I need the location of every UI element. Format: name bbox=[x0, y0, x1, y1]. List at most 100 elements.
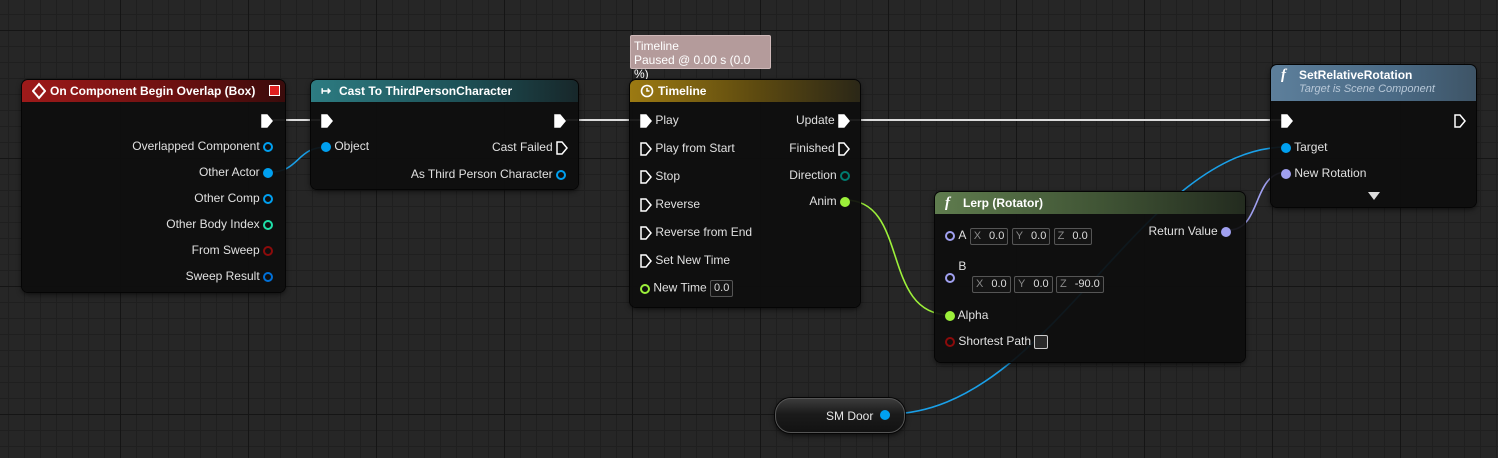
struct-pin-icon bbox=[263, 271, 273, 282]
exec-pin-icon bbox=[640, 198, 652, 212]
lerp-b-x-input[interactable]: X 0.0 bbox=[972, 276, 1011, 293]
lerp-a-x-input[interactable]: X 0.0 bbox=[969, 228, 1009, 245]
exec-pin-icon bbox=[321, 114, 333, 128]
pin-anim[interactable]: Anim bbox=[809, 194, 850, 208]
timeline-node[interactable]: Timeline Play Play from Start Stop Rever… bbox=[630, 80, 860, 307]
exec-pin-icon bbox=[261, 114, 273, 128]
exec-pin-icon bbox=[640, 254, 652, 268]
pin-stop[interactable]: Stop bbox=[640, 169, 680, 184]
cast-arrow-icon: ↦ bbox=[321, 84, 332, 98]
float-pin-icon bbox=[840, 196, 850, 207]
exec-pin-icon bbox=[640, 114, 652, 128]
pin-other-body-index[interactable]: Other Body Index bbox=[166, 217, 273, 231]
event-node-begin-overlap[interactable]: On Component Begin Overlap (Box) Overlap… bbox=[22, 80, 285, 292]
timeline-node-header[interactable]: Timeline bbox=[630, 80, 860, 102]
cast-exec-out-pin[interactable] bbox=[554, 113, 566, 128]
exec-pin-icon bbox=[640, 142, 652, 156]
setrot-node-subtitle: Target is Scene Component bbox=[1299, 83, 1435, 95]
pin-setrot-new-rotation[interactable]: New Rotation bbox=[1281, 166, 1366, 180]
pin-sweep-result[interactable]: Sweep Result bbox=[186, 269, 273, 283]
pin-direction[interactable]: Direction bbox=[789, 168, 850, 182]
cast-node[interactable]: ↦ Cast To ThirdPersonCharacter Object Ca… bbox=[311, 80, 578, 189]
pin-as-third-person-character[interactable]: As Third Person Character bbox=[411, 167, 566, 181]
int-pin-icon bbox=[263, 219, 273, 230]
sm-door-variable-node[interactable]: SM Door bbox=[775, 398, 905, 433]
object-pin-icon bbox=[263, 141, 273, 152]
event-diamond-icon bbox=[32, 82, 46, 100]
rotator-pin-icon bbox=[1281, 168, 1291, 179]
lerp-b-inputs[interactable]: X 0.0 Y 0.0 Z -90.0 bbox=[972, 276, 1104, 293]
float-pin-icon bbox=[640, 283, 650, 294]
lerp-a-z-input[interactable]: Z 0.0 bbox=[1053, 228, 1092, 245]
object-pin-icon bbox=[263, 193, 273, 204]
pin-set-new-time[interactable]: Set New Time bbox=[640, 253, 730, 268]
pin-reverse[interactable]: Reverse bbox=[640, 197, 700, 212]
exec-pin-icon bbox=[556, 141, 568, 155]
pin-lerp-alpha[interactable]: Alpha bbox=[945, 308, 988, 322]
object-pin-icon[interactable] bbox=[880, 410, 890, 420]
timeline-status-tooltip: Timeline Paused @ 0.00 s (0.0 %) bbox=[630, 35, 771, 81]
pin-update[interactable]: Update bbox=[796, 113, 850, 128]
function-f-icon: f bbox=[945, 195, 950, 211]
pin-other-actor[interactable]: Other Actor bbox=[199, 165, 273, 179]
pin-new-time[interactable]: New Time 0.0 bbox=[640, 280, 734, 297]
lerp-b-z-input[interactable]: Z -90.0 bbox=[1055, 276, 1104, 293]
event-node-header[interactable]: On Component Begin Overlap (Box) bbox=[22, 80, 285, 102]
enum-pin-icon bbox=[840, 170, 850, 181]
event-exec-out-pin[interactable] bbox=[261, 113, 273, 128]
pin-overlapped-component[interactable]: Overlapped Component bbox=[132, 139, 273, 153]
float-pin-icon bbox=[945, 310, 955, 321]
bool-pin-icon bbox=[263, 245, 273, 256]
function-f-icon: f bbox=[1281, 67, 1286, 83]
object-pin-icon bbox=[556, 169, 566, 180]
new-time-input[interactable]: 0.0 bbox=[710, 280, 734, 297]
exec-pin-icon bbox=[1454, 114, 1466, 128]
rotator-pin-icon bbox=[945, 273, 955, 283]
rotator-pin-icon bbox=[1221, 226, 1231, 237]
pin-finished[interactable]: Finished bbox=[789, 141, 850, 156]
lerp-rotator-node[interactable]: f Lerp (Rotator) A X 0.0 Y 0.0 Z 0.0 B X 0.0… bbox=[935, 192, 1245, 362]
expand-advanced-arrow-icon[interactable] bbox=[1368, 192, 1380, 200]
timeline-node-title: Timeline bbox=[658, 84, 707, 98]
pin-lerp-b-label[interactable]: B bbox=[945, 259, 966, 283]
pin-setrot-target[interactable]: Target bbox=[1281, 140, 1327, 154]
pin-cast-object[interactable]: Object bbox=[321, 139, 369, 153]
rotator-pin-icon bbox=[945, 230, 955, 241]
pin-play-from-start[interactable]: Play from Start bbox=[640, 141, 735, 156]
setrot-exec-out-pin[interactable] bbox=[1454, 113, 1466, 128]
pin-lerp-return-value[interactable]: Return Value bbox=[1149, 224, 1231, 238]
cast-node-header[interactable]: ↦ Cast To ThirdPersonCharacter bbox=[311, 80, 578, 102]
pin-lerp-shortest-path[interactable]: Shortest Path bbox=[945, 334, 1049, 349]
delegate-pin-icon[interactable] bbox=[269, 85, 280, 96]
exec-pin-icon bbox=[1281, 114, 1293, 128]
cast-node-title: Cast To ThirdPersonCharacter bbox=[339, 84, 513, 98]
lerp-node-header[interactable]: f Lerp (Rotator) bbox=[935, 192, 1245, 214]
exec-pin-icon bbox=[838, 142, 850, 156]
object-pin-icon bbox=[1281, 142, 1291, 153]
shortest-path-checkbox[interactable] bbox=[1034, 334, 1049, 349]
object-pin-icon bbox=[321, 141, 331, 152]
setrot-node-title: SetRelativeRotation bbox=[1299, 68, 1413, 82]
clock-icon bbox=[640, 84, 654, 98]
pin-from-sweep[interactable]: From Sweep bbox=[192, 243, 273, 257]
setrot-node-header[interactable]: f SetRelativeRotation Target is Scene Co… bbox=[1271, 65, 1476, 101]
exec-pin-icon bbox=[838, 114, 850, 128]
pin-reverse-from-end[interactable]: Reverse from End bbox=[640, 225, 752, 240]
lerp-node-title: Lerp (Rotator) bbox=[963, 196, 1043, 210]
pin-lerp-a[interactable]: A X 0.0 Y 0.0 Z 0.0 bbox=[945, 228, 1092, 245]
lerp-a-y-input[interactable]: Y 0.0 bbox=[1011, 228, 1051, 245]
cast-exec-in-pin[interactable] bbox=[321, 113, 333, 128]
event-node-title: On Component Begin Overlap (Box) bbox=[50, 84, 256, 98]
lerp-b-y-input[interactable]: Y 0.0 bbox=[1013, 276, 1053, 293]
exec-pin-icon bbox=[640, 226, 652, 240]
tooltip-status: Paused @ 0.00 s (0.0 %) bbox=[634, 53, 751, 81]
pin-other-comp[interactable]: Other Comp bbox=[194, 191, 273, 205]
object-pin-icon bbox=[263, 167, 273, 178]
exec-pin-icon bbox=[554, 114, 566, 128]
set-relative-rotation-node[interactable]: f SetRelativeRotation Target is Scene Co… bbox=[1271, 65, 1476, 207]
setrot-exec-in-pin[interactable] bbox=[1281, 113, 1293, 128]
pin-play[interactable]: Play bbox=[640, 113, 679, 128]
exec-pin-icon bbox=[640, 170, 652, 184]
pin-cast-failed[interactable]: Cast Failed bbox=[492, 140, 568, 155]
bool-pin-icon bbox=[945, 336, 955, 347]
